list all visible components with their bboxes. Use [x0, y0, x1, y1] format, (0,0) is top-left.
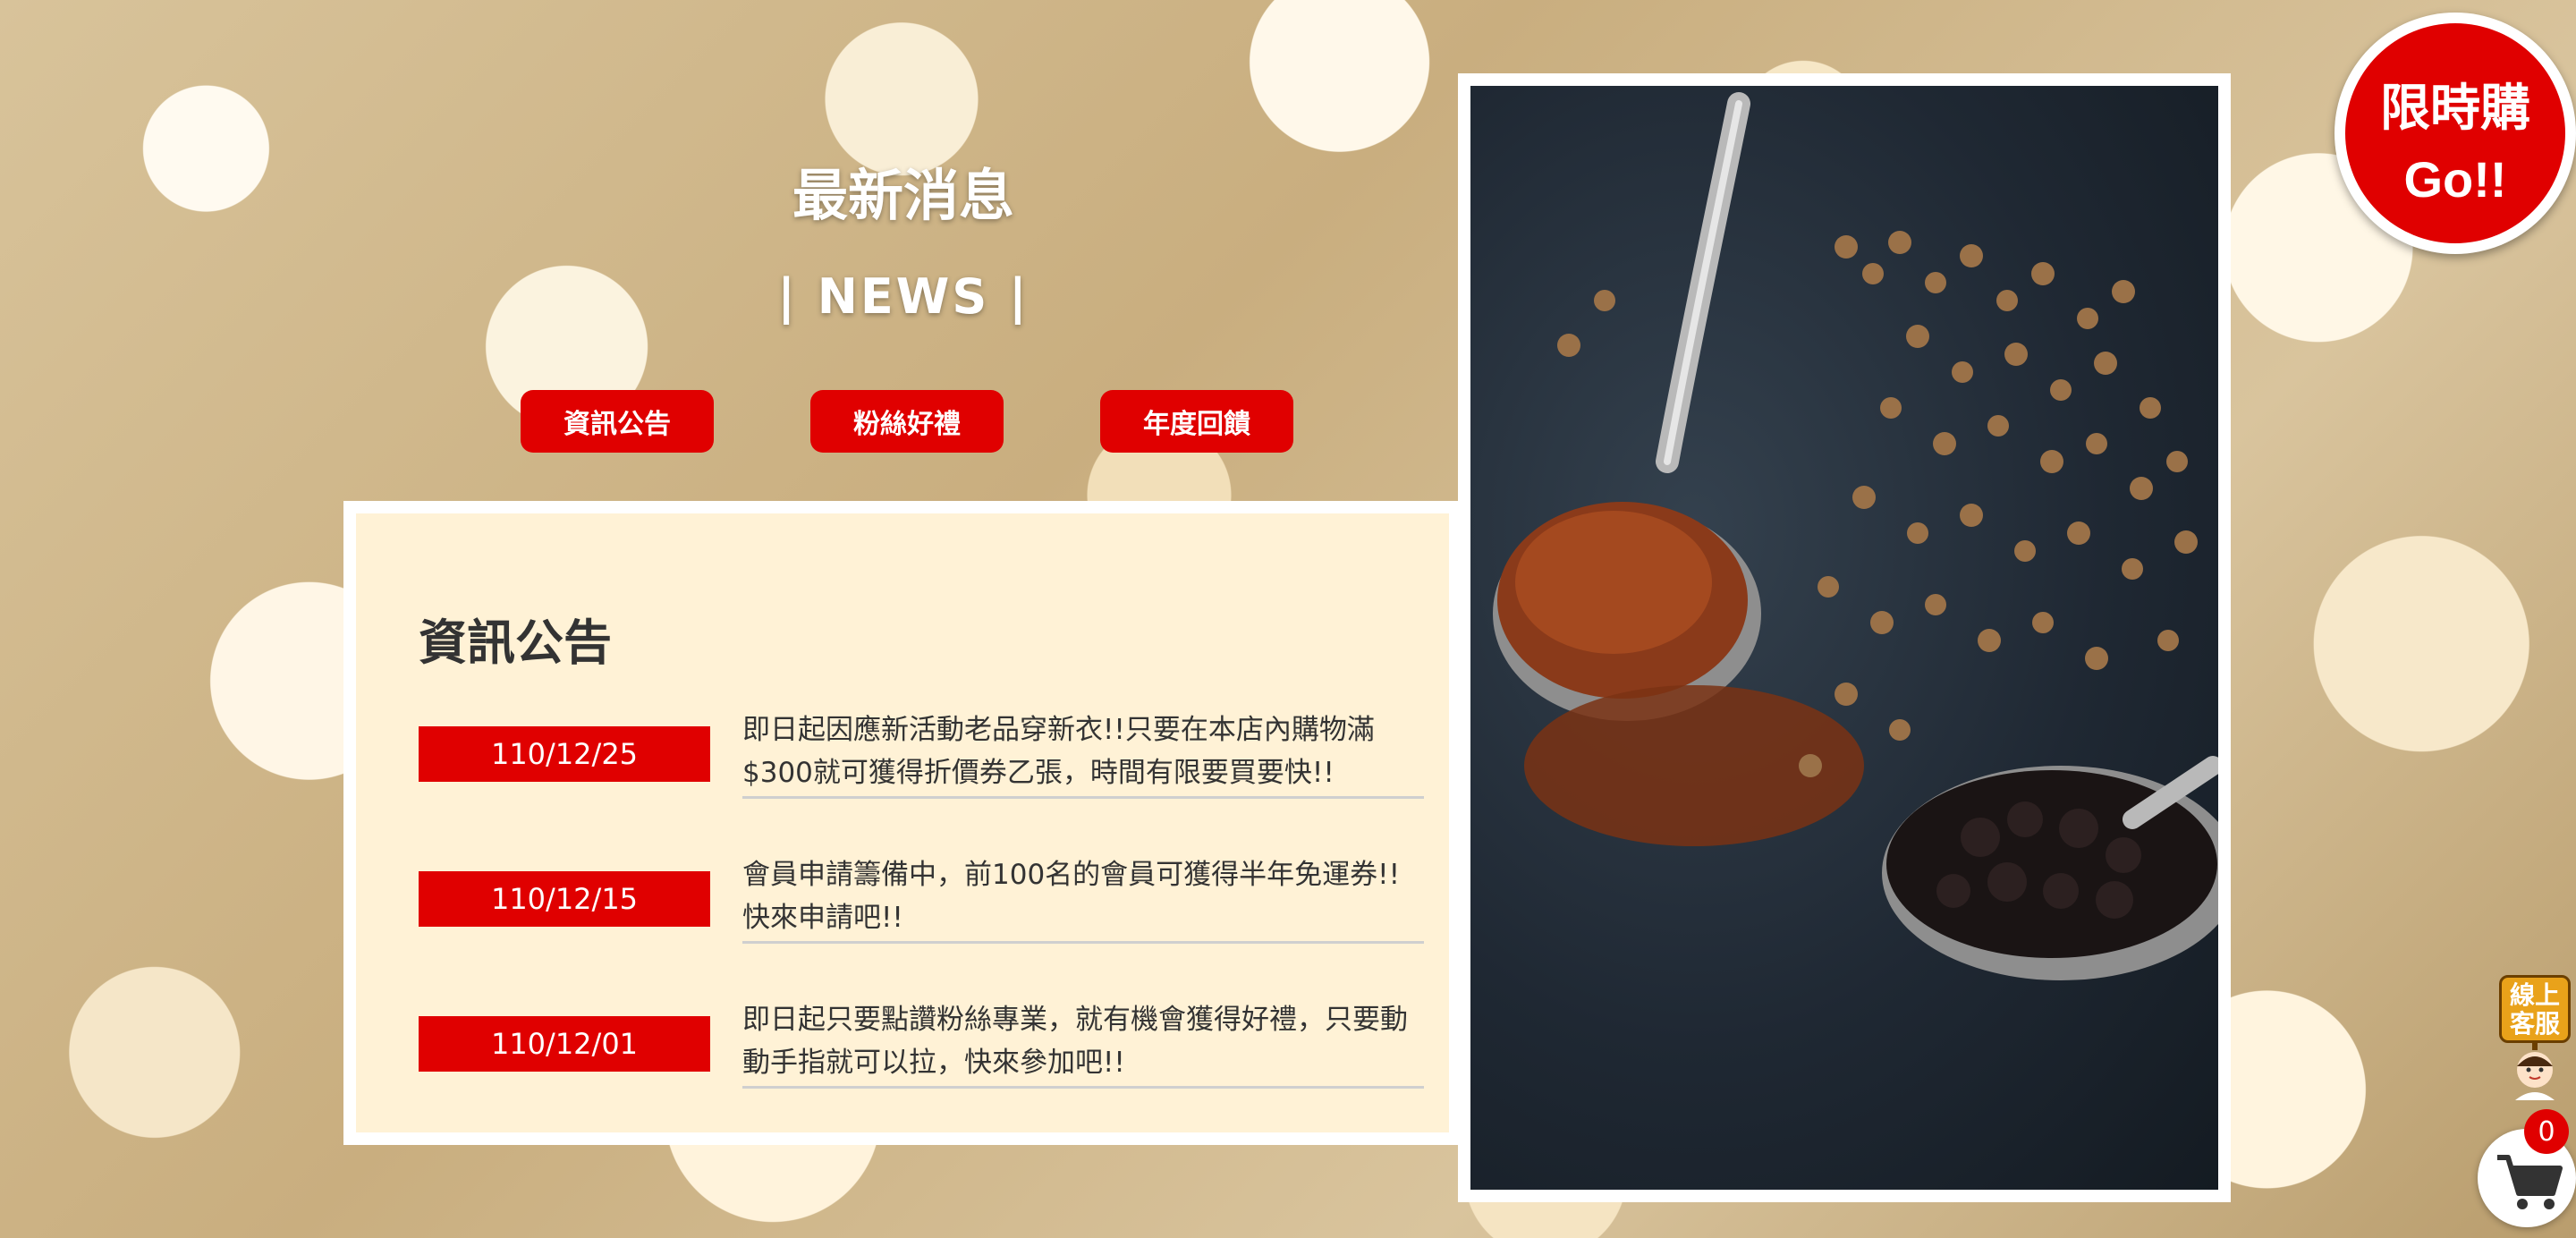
news-item[interactable]: 110/12/15 會員申請籌備中，前100名的會員可獲得半年免運券!! 快來申… [419, 853, 1424, 961]
news-item[interactable]: 110/12/25 即日起因應新活動老品穿新衣!!只要在本店內購物滿$300就可… [419, 708, 1424, 816]
news-date: 110/12/15 [419, 871, 710, 927]
section-subtitle: | NEWS | [777, 268, 1030, 325]
flash-sale-label: 限時購 [2380, 80, 2530, 138]
section-title: 最新消息 [792, 163, 1014, 228]
spice-photo-image [1470, 86, 2218, 1190]
cart-count-badge: 0 [2524, 1109, 2569, 1154]
tab-fan-gifts[interactable]: 粉絲好禮 [810, 390, 1004, 453]
news-date: 110/12/25 [419, 726, 710, 782]
customer-service-button[interactable]: 線上客服 [2499, 975, 2571, 1100]
news-date: 110/12/01 [419, 1016, 710, 1072]
news-panel: 資訊公告 110/12/25 即日起因應新活動老品穿新衣!!只要在本店內購物滿$… [343, 501, 1462, 1145]
news-text[interactable]: 會員申請籌備中，前100名的會員可獲得半年免運券!! 快來申請吧!! [742, 853, 1424, 944]
news-text[interactable]: 即日起只要點讚粉絲專業，就有機會獲得好禮，只要動動手指就可以拉，快來參加吧!! [742, 998, 1424, 1089]
spice-photo [1458, 73, 2231, 1202]
tab-annual-rewards[interactable]: 年度回饋 [1100, 390, 1293, 453]
news-text[interactable]: 即日起因應新活動老品穿新衣!!只要在本店內購物滿$300就可獲得折價券乙張，時間… [742, 708, 1424, 799]
news-item[interactable]: 110/12/01 即日起只要點讚粉絲專業，就有機會獲得好禮，只要動動手指就可以… [419, 998, 1424, 1106]
flash-sale-badge: 限時購 Go!! [2345, 23, 2565, 243]
service-agent-icon [2515, 1043, 2555, 1100]
customer-service-label: 線上客服 [2499, 975, 2571, 1043]
flash-sale-button[interactable]: 限時購 Go!! [2334, 13, 2576, 254]
flash-sale-go: Go!! [2403, 151, 2507, 208]
tab-announcements[interactable]: 資訊公告 [521, 390, 714, 453]
panel-title: 資訊公告 [419, 615, 612, 671]
spices-illustration [1493, 92, 2218, 980]
